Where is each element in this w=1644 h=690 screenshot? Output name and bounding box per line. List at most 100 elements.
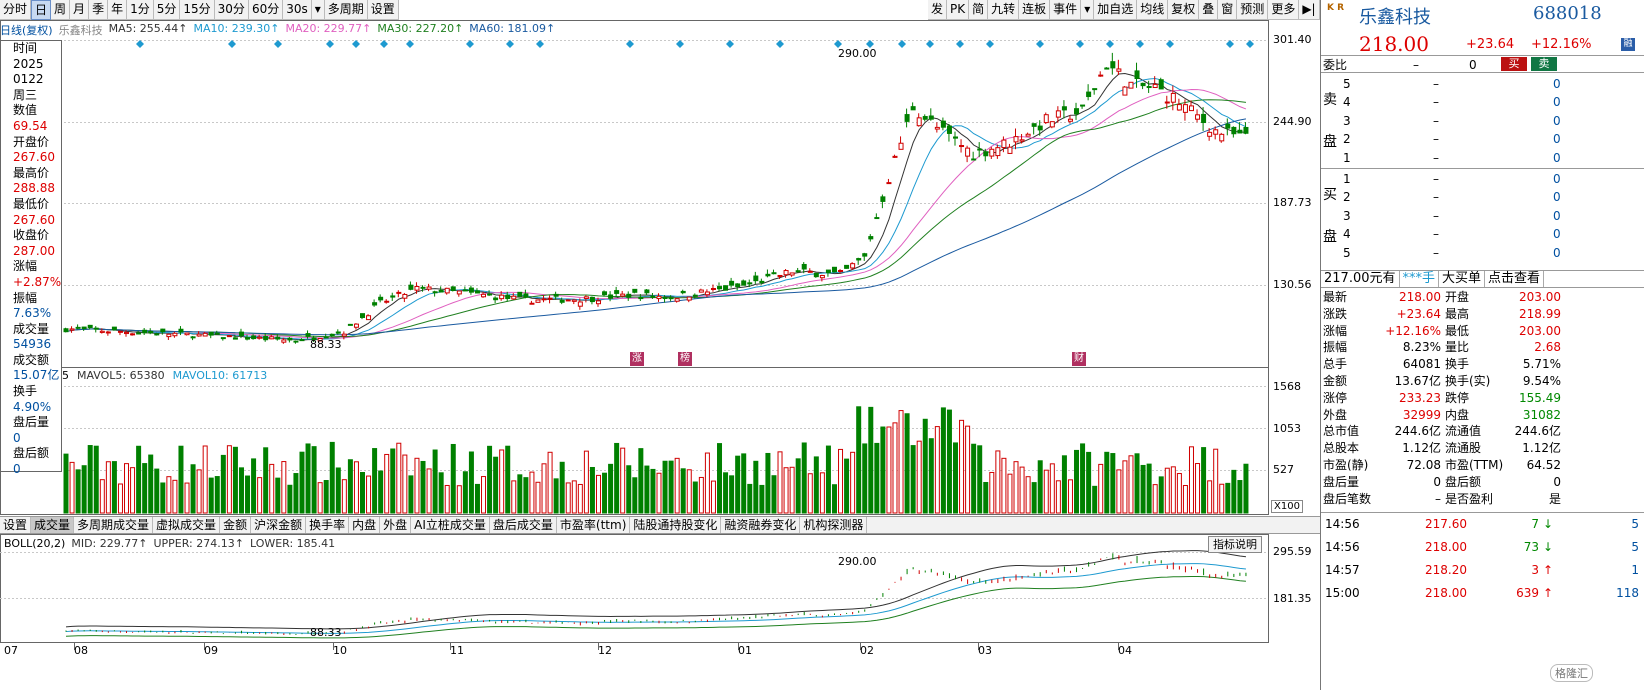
order-book-row[interactable]: 3 – 0 <box>1321 207 1644 225</box>
order-book-row[interactable]: 4 – 0 <box>1321 225 1644 243</box>
kline-chart[interactable] <box>0 0 1320 690</box>
candle-body <box>384 300 390 303</box>
order-book-row[interactable]: 3 – 0 <box>1321 112 1644 130</box>
stat-label: 涨跌 <box>1323 306 1348 321</box>
candle-body <box>741 280 747 286</box>
stock-code[interactable]: 688018 <box>1533 3 1602 24</box>
volume-bar <box>323 480 329 514</box>
tick-volume: 639 <box>1516 586 1539 600</box>
indicator-tab[interactable]: 内盘 <box>349 517 381 533</box>
order-book-lv: 3 <box>1343 208 1351 223</box>
indicator-tab[interactable]: 市盈率(ttm) <box>557 517 631 533</box>
indicator-tab[interactable]: 换手率 <box>306 517 350 533</box>
tick-price: 218.20 <box>1425 563 1467 577</box>
volume-bar <box>1001 457 1007 514</box>
volume-bar <box>710 480 716 514</box>
stat-label: 最高 <box>1445 306 1470 321</box>
volume-bar <box>468 451 474 514</box>
volume-bar <box>69 461 75 514</box>
volume-bar <box>81 465 87 514</box>
volume-bar <box>626 465 632 514</box>
volume-bar <box>1231 469 1237 514</box>
volume-bar <box>414 457 420 514</box>
candle-body <box>765 273 771 277</box>
volume-bar <box>692 481 698 514</box>
volume-bar <box>1110 453 1116 514</box>
volume-bar <box>608 463 614 514</box>
margin-badge[interactable]: 融 <box>1621 38 1635 51</box>
volume-bar <box>390 448 396 514</box>
order-book-vl: 0 <box>1553 227 1561 242</box>
candle-body <box>674 298 680 302</box>
indicator-tab[interactable]: 沪深金额 <box>251 517 307 533</box>
order-book-row[interactable]: 5 – 0 <box>1321 75 1644 93</box>
candle-body <box>989 148 995 157</box>
volume-bar <box>953 442 958 514</box>
candle-body <box>710 288 716 291</box>
limit-up-marker[interactable]: 涨 <box>630 352 644 366</box>
stat-value: +23.64 <box>1396 306 1441 321</box>
volume-bar <box>910 445 916 514</box>
big-order-cell[interactable]: 点击查看 <box>1485 271 1545 287</box>
price-change-pct: +12.16% <box>1531 37 1592 52</box>
indicator-tab[interactable]: 融资融券变化 <box>721 517 801 533</box>
tick-count: 5 <box>1631 517 1639 531</box>
indicator-tab[interactable]: 虚拟成交量 <box>153 517 221 533</box>
date-tick: 10 <box>333 644 347 657</box>
indicator-tab[interactable]: 成交量 <box>31 517 75 533</box>
date-tick: 12 <box>598 644 612 657</box>
indicator-tab[interactable]: 盘后成交量 <box>490 517 557 533</box>
order-book-row[interactable]: 1 – 0 <box>1321 170 1644 188</box>
volume-bar <box>232 446 238 514</box>
volume-bar <box>680 468 686 514</box>
signal-marker <box>274 40 282 48</box>
ranking-marker[interactable]: 榜 <box>678 352 692 366</box>
candle-body <box>1104 67 1110 70</box>
order-book-row[interactable]: 2 – 0 <box>1321 188 1644 206</box>
sell-button[interactable]: 卖 <box>1531 57 1557 71</box>
volume-bar <box>934 426 940 514</box>
big-order-cell: ***手 <box>1400 271 1440 287</box>
stat-value: 203.00 <box>1519 290 1561 304</box>
volume-bar <box>928 438 934 514</box>
order-book-lv: 5 <box>1343 77 1351 91</box>
indicator-tab[interactable]: 机构探测器 <box>800 517 868 533</box>
indicator-tab[interactable]: AI立桩成交量 <box>411 517 490 533</box>
order-book-row[interactable]: 4 – 0 <box>1321 93 1644 111</box>
signal-marker <box>726 40 734 48</box>
stat-value: 2.68 <box>1534 340 1561 355</box>
candle-body <box>305 333 311 337</box>
signal-marker <box>1226 40 1234 48</box>
arrow-up-icon: ↑ <box>1543 563 1554 577</box>
order-book-vl: 0 <box>1553 77 1561 91</box>
financial-report-marker[interactable]: 财 <box>1072 352 1086 366</box>
indicator-tab[interactable]: 设置 <box>0 517 32 533</box>
indicator-help-button[interactable]: 指标说明 <box>1208 536 1262 553</box>
candle-body <box>220 337 226 340</box>
candle-body <box>632 288 638 293</box>
info-label: 盘后额 <box>13 446 50 461</box>
order-book-row[interactable]: 2 – 0 <box>1321 130 1644 148</box>
stat-value: 1.12亿 <box>1402 441 1441 456</box>
indicator-tab[interactable]: 多周期成交量 <box>74 517 154 533</box>
candle-body <box>1195 114 1201 120</box>
volume-bar <box>1049 463 1055 514</box>
order-book-row[interactable]: 1 – 0 <box>1321 149 1644 167</box>
info-label: 振幅 <box>13 290 38 305</box>
volume-bar <box>511 480 517 514</box>
volume-bar <box>130 467 136 514</box>
boll-legend: BOLL(20,2) MID: 229.77↑ UPPER: 274.13↑ L… <box>4 537 335 550</box>
buy-button[interactable]: 买 <box>1501 57 1527 71</box>
indicator-tab[interactable]: 外盘 <box>380 517 412 533</box>
volume-bar <box>704 452 710 514</box>
indicator-tab[interactable]: 陆股通持股变化 <box>630 517 722 533</box>
volume-bar <box>317 482 323 514</box>
order-book-row[interactable]: 5 – 0 <box>1321 244 1644 262</box>
indicator-tab[interactable]: 金额 <box>220 517 252 533</box>
candle-body <box>692 294 698 297</box>
signal-marker <box>406 40 414 48</box>
candle-body <box>505 294 511 300</box>
stock-name[interactable]: 乐鑫科技 <box>1359 3 1431 29</box>
chart-area[interactable]: 分时日周月季年 1分 5分 15分 30分 60分 30s ▾ 多周期 设置 发 PK 简九转 连板 事件… <box>0 0 1336 690</box>
date-tick: 01 <box>738 644 752 657</box>
